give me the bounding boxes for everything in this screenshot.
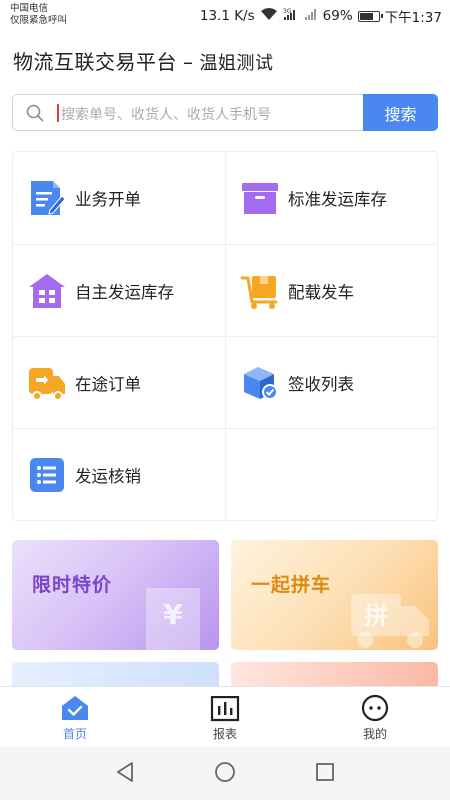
hand-truck-icon xyxy=(240,271,280,311)
menu-item-label: 签收列表 xyxy=(288,375,354,394)
clock: 下午1:37 xyxy=(384,10,442,26)
menu-item-label: 在途订单 xyxy=(75,375,141,394)
report-icon xyxy=(210,694,240,722)
tab-label: 报表 xyxy=(212,727,237,741)
menu-item-shipment-writeoff[interactable]: 发运核销 xyxy=(13,429,225,521)
home-nav-icon[interactable] xyxy=(214,761,236,787)
title-separator: – xyxy=(183,50,194,74)
menu-item-self-inventory[interactable]: 自主发运库存 xyxy=(13,245,225,337)
menu-item-label: 自主发运库存 xyxy=(75,283,174,302)
menu-item-label: 发运核销 xyxy=(75,467,141,486)
function-grid: 业务开单 标准发运库存 自主发运库存 配载发车 在途订单 签收列表 发运核销 xyxy=(12,151,438,521)
app-name: 物流互联交易平台 xyxy=(13,50,177,74)
menu-item-loading-dispatch[interactable]: 配载发车 xyxy=(226,245,438,337)
truck-icon xyxy=(27,363,67,403)
tab-label: 首页 xyxy=(62,727,87,741)
promo-deco-text: 拼 xyxy=(364,602,388,630)
menu-item-receipt-list[interactable]: 签收列表 xyxy=(226,337,438,429)
promo-card-carpool[interactable]: 一起拼车 拼 xyxy=(231,540,438,650)
promo-deco-text: ¥ xyxy=(163,598,183,631)
page-title: 物流互联交易平台 – 温姐测试 xyxy=(13,46,274,75)
wifi-icon xyxy=(260,7,278,25)
menu-item-standard-inventory[interactable]: 标准发运库存 xyxy=(226,152,438,244)
status-bar: 中国电信 仅限紧急呼叫 13.1 K/s 3G 69% 下午1:37 xyxy=(0,0,450,32)
signal-icon xyxy=(304,7,318,25)
warehouse-icon xyxy=(27,271,67,311)
search-placeholder: 搜索单号、收货人、收货人手机号 xyxy=(61,107,271,123)
box-icon xyxy=(240,178,280,218)
battery-icon xyxy=(357,10,383,22)
carrier-name: 中国电信 xyxy=(10,3,49,14)
back-icon[interactable] xyxy=(115,761,135,787)
home-icon xyxy=(60,694,90,722)
search-input[interactable]: 搜索单号、收货人、收货人手机号 xyxy=(12,94,363,131)
system-nav-bar xyxy=(0,747,450,800)
bottom-tab-bar: 首页 报表 我的 xyxy=(0,686,450,747)
tab-label: 我的 xyxy=(362,727,387,741)
carrier-info: 中国电信 仅限紧急呼叫 xyxy=(10,3,67,27)
profile-icon xyxy=(360,694,390,722)
promo-title: 限时特价 xyxy=(32,574,113,596)
document-edit-icon xyxy=(27,178,67,218)
search-button[interactable]: 搜索 xyxy=(363,94,438,131)
text-cursor xyxy=(57,104,59,122)
signal-3g-icon: 3G xyxy=(283,7,299,25)
tab-home[interactable]: 首页 xyxy=(0,687,150,748)
list-icon xyxy=(27,455,67,495)
battery-percent: 69% xyxy=(322,8,353,24)
package-check-icon xyxy=(240,363,280,403)
network-speed: 13.1 K/s xyxy=(199,8,255,24)
account-name: 温姐测试 xyxy=(199,53,274,74)
menu-item-business-order[interactable]: 业务开单 xyxy=(13,152,225,244)
menu-item-label: 配载发车 xyxy=(288,283,354,302)
tab-reports[interactable]: 报表 xyxy=(150,687,300,748)
carrier-note: 仅限紧急呼叫 xyxy=(10,15,68,26)
search-icon xyxy=(26,104,44,126)
menu-item-label: 标准发运库存 xyxy=(288,190,387,209)
status-icons: 13.1 K/s 3G 69% 下午1:37 xyxy=(200,6,442,26)
price-tag-icon: ¥ xyxy=(146,588,200,650)
menu-item-label: 业务开单 xyxy=(75,190,141,209)
tab-profile[interactable]: 我的 xyxy=(300,687,450,748)
recents-icon[interactable] xyxy=(315,761,335,787)
carpool-truck-icon: 拼 xyxy=(351,594,429,648)
promo-card-limited-offer[interactable]: 限时特价 ¥ xyxy=(12,540,219,650)
promo-title: 一起拼车 xyxy=(251,574,332,596)
menu-item-in-transit-orders[interactable]: 在途订单 xyxy=(13,337,225,429)
